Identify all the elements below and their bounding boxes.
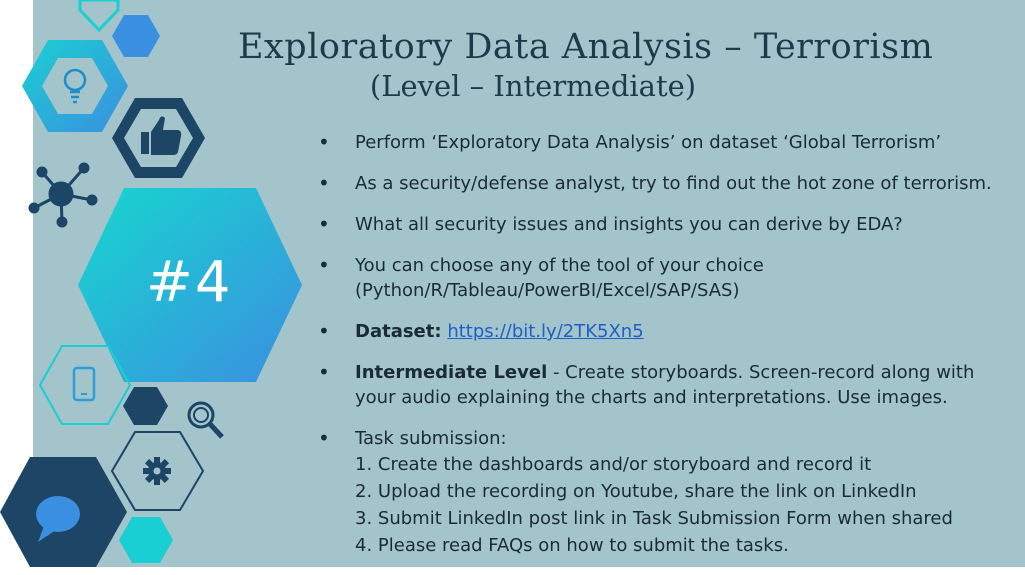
small-blue-hexagon: [112, 15, 160, 57]
bullet-text: - Create storyboards. Screen-record alon…: [547, 362, 975, 383]
thumbs-up-hexagon: [112, 98, 205, 178]
dataset-link[interactable]: https://bit.ly/2TK5Xn5: [447, 321, 643, 342]
magnifier-icon: [187, 401, 224, 439]
network-icon: [28, 162, 98, 228]
slide-title: Exploratory Data Analysis – Terrorism (L…: [238, 26, 958, 104]
bullet-item: Dataset: https://bit.ly/2TK5Xn5: [318, 319, 1008, 344]
bullet-text: Perform ‘Exploratory Data Analysis’ on d…: [355, 132, 942, 153]
task-step: 1. Create the dashboards and/or storyboa…: [355, 454, 872, 475]
bullet-item: You can choose any of the tool of your c…: [318, 253, 1008, 303]
bullet-list: Perform ‘Exploratory Data Analysis’ on d…: [318, 130, 1008, 575]
title-line-2: (Level – Intermediate): [369, 69, 697, 103]
bullet-text: What all security issues and insights yo…: [355, 214, 903, 235]
task-step: 3. Submit LinkedIn post link in Task Sub…: [355, 508, 953, 529]
title-line-1: Exploratory Data Analysis – Terrorism: [238, 27, 934, 67]
level-label: Intermediate Level: [355, 362, 548, 383]
small-navy-hexagon: [123, 387, 168, 425]
chat-hexagon: [0, 457, 127, 567]
task-step: 4. Please read FAQs on how to submit the…: [355, 535, 789, 556]
bullet-text: your audio explaining the charts and int…: [355, 387, 948, 408]
dataset-label: Dataset:: [355, 321, 442, 342]
bullet-text: As a security/defense analyst, try to fi…: [355, 173, 992, 194]
task-number-badge: #4: [146, 250, 233, 315]
bullet-item: Perform ‘Exploratory Data Analysis’ on d…: [318, 130, 1008, 155]
bullet-item: Intermediate Level - Create storyboards.…: [318, 360, 1008, 410]
top-outline-hexagon: [78, 0, 120, 33]
bullet-text: (Python/R/Tableau/PowerBI/Excel/SAP/SAS): [355, 280, 740, 301]
bullet-item: What all security issues and insights yo…: [318, 212, 1008, 237]
bullet-item: As a security/defense analyst, try to fi…: [318, 171, 1008, 196]
gear-hexagon: [110, 431, 205, 511]
small-cyan-hexagon: [119, 517, 173, 563]
task-submission-label: Task submission:: [355, 428, 507, 449]
task-step: 2. Upload the recording on Youtube, shar…: [355, 481, 917, 502]
bullet-text: You can choose any of the tool of your c…: [355, 255, 764, 276]
mobile-phone-icon: [72, 366, 96, 402]
bullet-item: Task submission: 1. Create the dashboard…: [318, 426, 1008, 559]
gear-icon: [143, 457, 171, 485]
